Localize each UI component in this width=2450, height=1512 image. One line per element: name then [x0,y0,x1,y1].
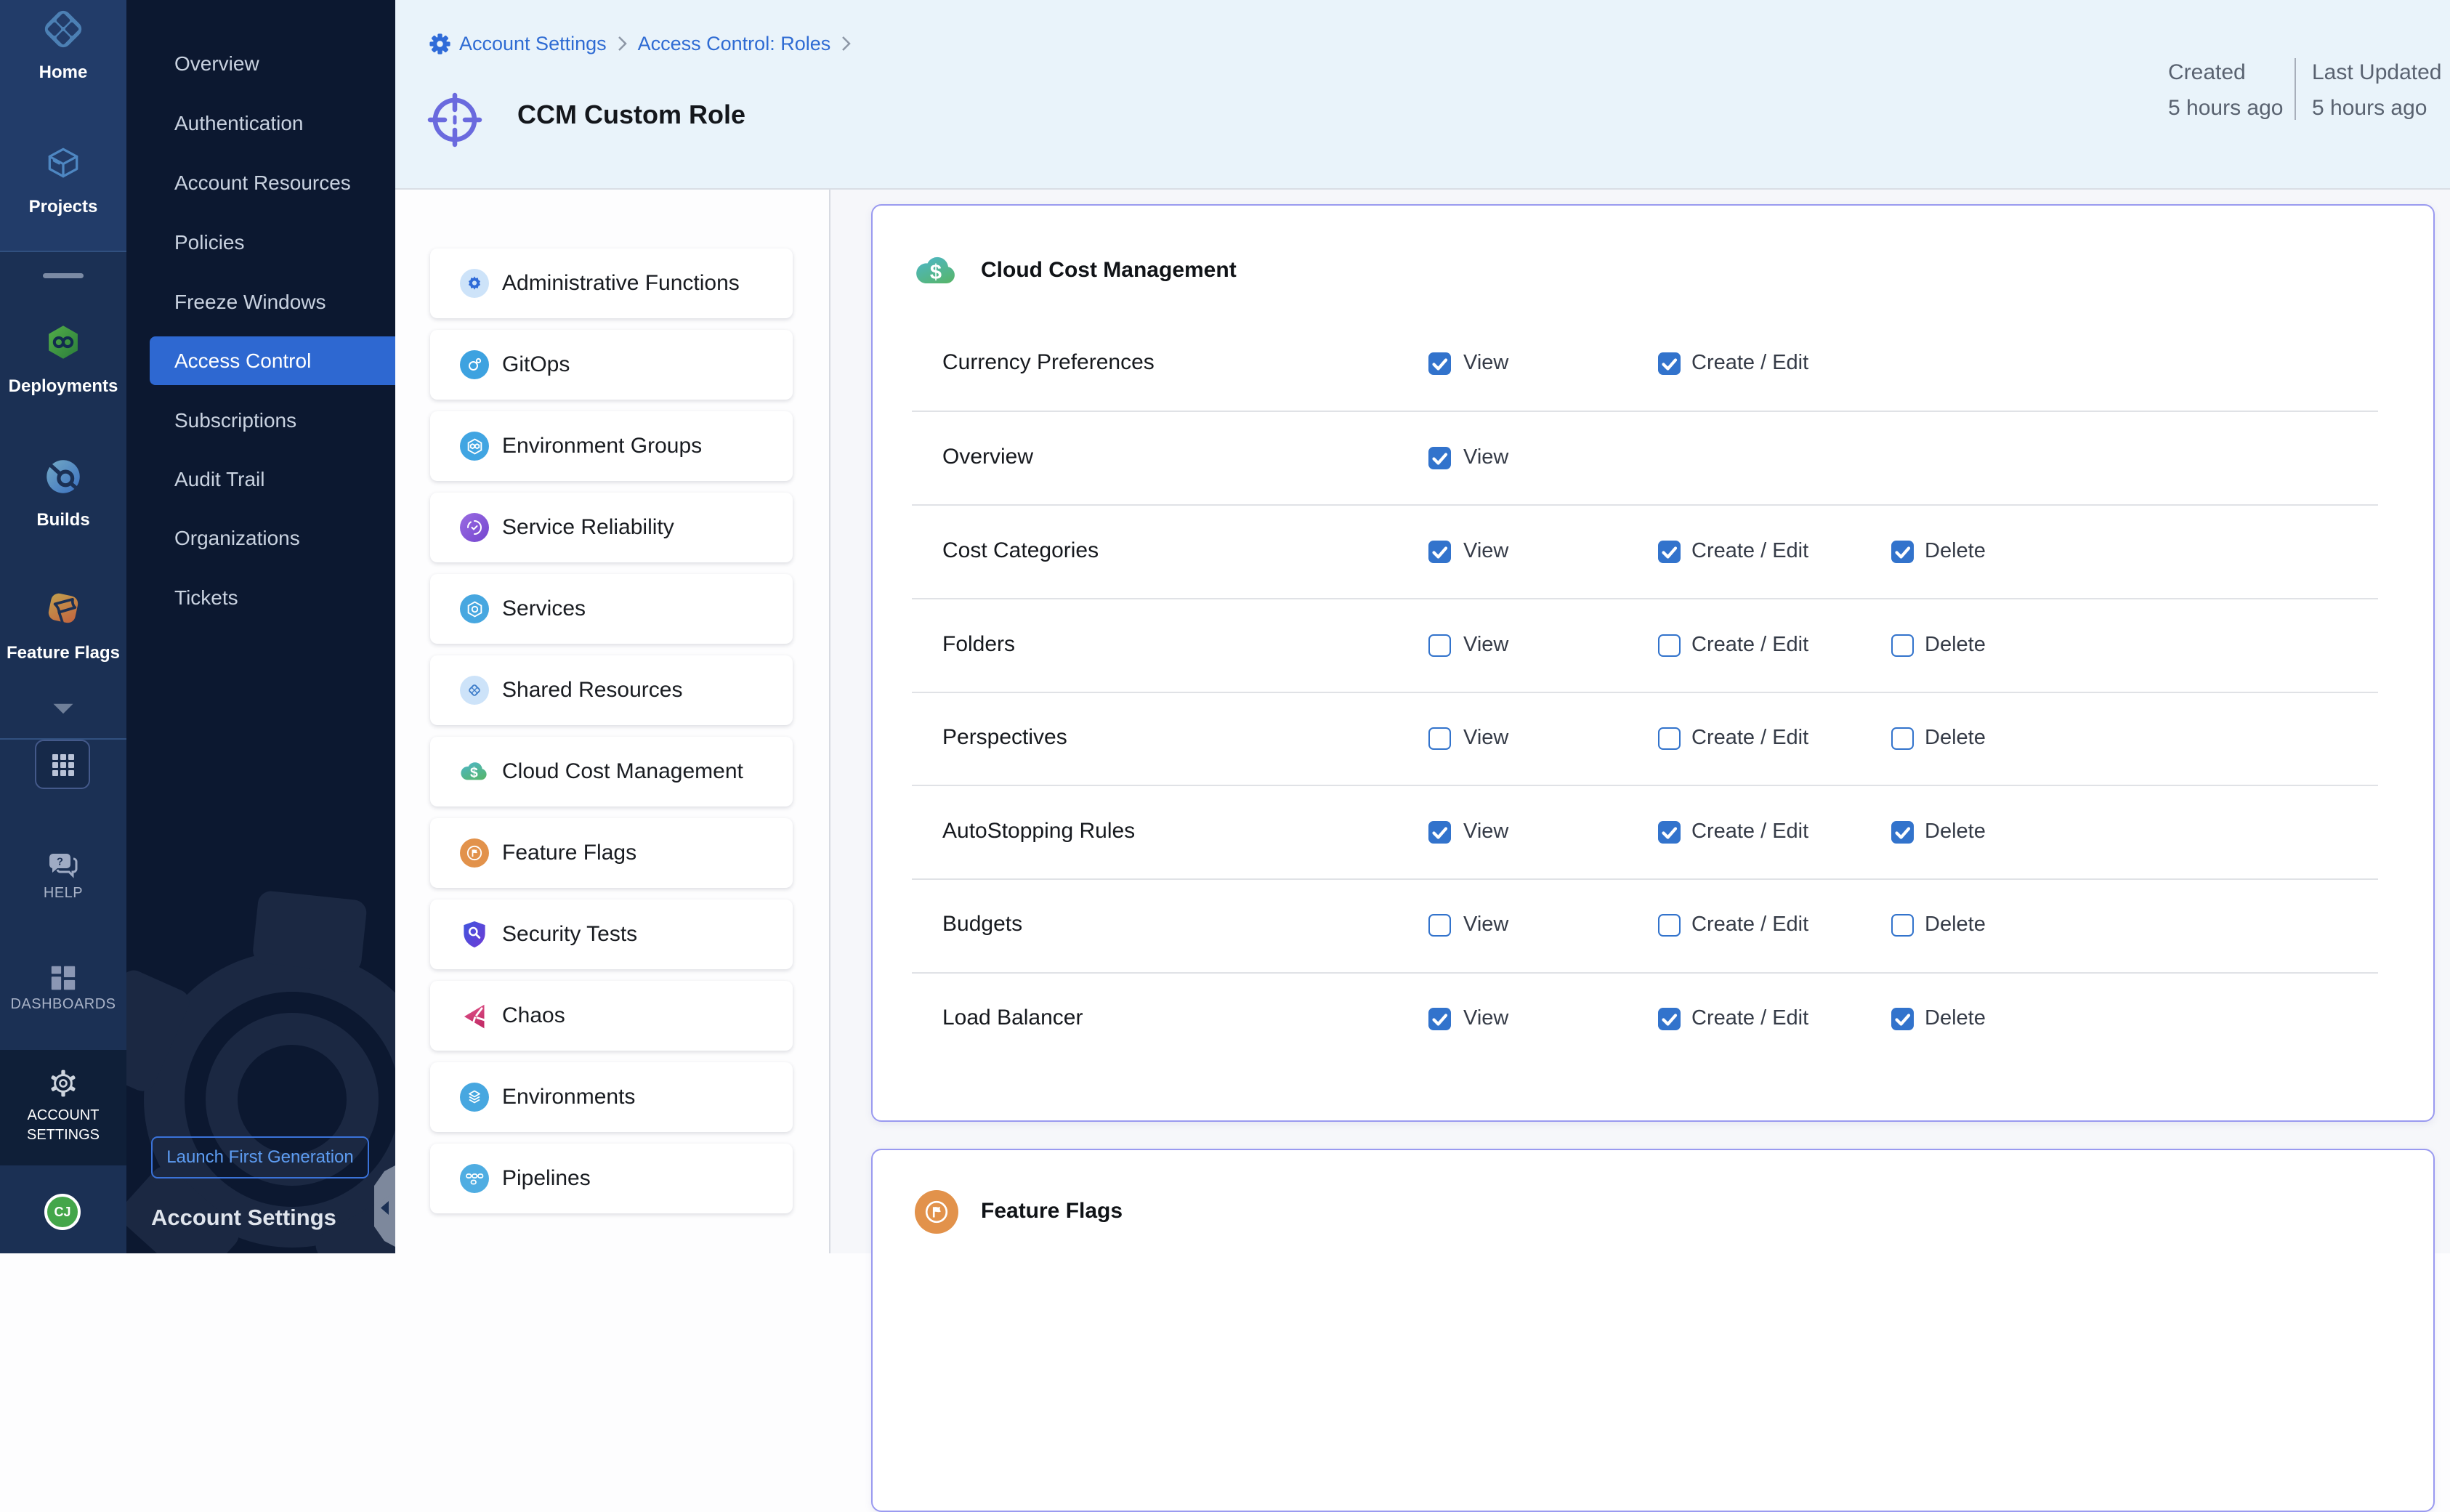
svg-text:$: $ [470,765,478,780]
svg-text:$: $ [930,261,942,284]
svg-text:?: ? [57,856,63,868]
